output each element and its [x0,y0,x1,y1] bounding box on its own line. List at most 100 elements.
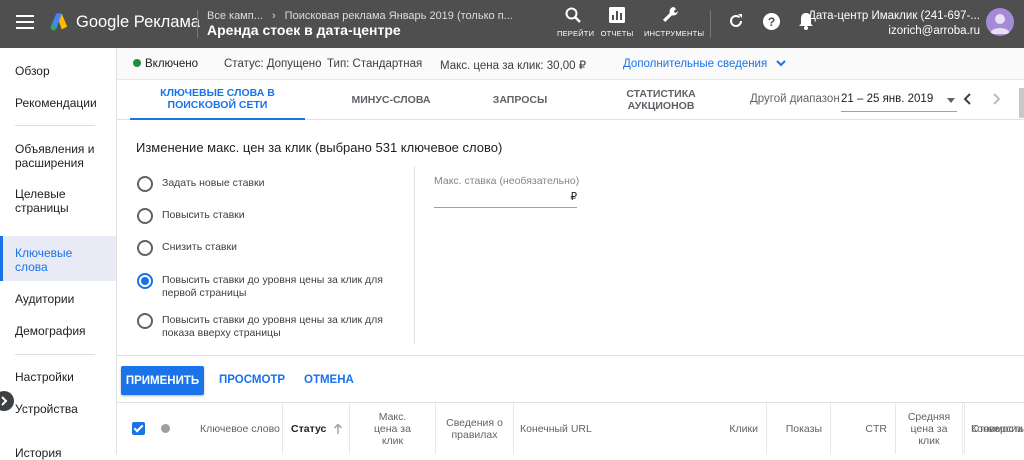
max-bid-label: Макс. ставка (необязательно) [434,175,580,187]
column-header-avg-cpc[interactable]: Средняя цена за клик [895,403,962,454]
menu-icon[interactable] [16,15,34,29]
panel-actions: ПРИМЕНИТЬ ПРОСМОТР ОТМЕНА [117,357,1024,403]
column-header-status[interactable]: Статус [282,403,349,454]
status-dot-icon [161,424,170,433]
ad-group-title[interactable]: Аренда стоек в дата-центре [207,22,401,38]
column-header-final-url[interactable]: Конечный URL [513,403,700,454]
sidebar-item-landing-pages[interactable]: Целевые страницы [0,187,95,215]
option-increase-bids[interactable]: Повысить ставки [137,208,245,224]
reports-button[interactable]: ОТЧЕТЫ [600,6,634,38]
column-header-max-cpc[interactable]: Макс. цена за клик [349,403,435,454]
tab-auction-insights[interactable]: Статистика аукционов [597,80,725,120]
max-cpc-info[interactable]: Макс. цена за клик: 30,00 ₽ [440,58,586,72]
sidebar-item-recommendations[interactable]: Рекомендации [0,96,116,110]
option-label: Задать новые ставки [162,177,265,189]
tab-search-terms[interactable]: Запросы [465,80,575,120]
date-range-picker[interactable]: 21 – 25 янв. 2019 [841,88,957,112]
radio-button[interactable] [137,176,153,192]
option-label: Снизить ставки [162,241,237,253]
enabled-status[interactable]: Включено [133,58,198,70]
account-name: Дата-центр Имаклик (241-697-... [808,10,980,22]
keywords-table-header: Ключевое слово Статус Макс. цена за клик… [117,403,1024,454]
help-icon[interactable]: ? [762,12,781,31]
column-header-conversions[interactable]: Конверсии [964,403,1024,454]
chevron-right-icon: › [271,10,276,22]
divider [15,354,95,355]
previous-period-icon[interactable] [963,92,973,106]
breadcrumb-campaign[interactable]: Поисковая реклама Январь 2019 (только п.… [285,10,513,22]
wrench-icon [663,7,678,22]
option-label: Повысить ставки до уровня цены за клик д… [162,274,383,299]
option-raise-to-top-of-page-cpc[interactable]: Повысить ставки до уровня цены за клик д… [137,313,397,340]
sidebar-item-settings[interactable]: Настройки [0,370,116,384]
option-decrease-bids[interactable]: Снизить ставки [137,240,237,256]
select-all-checkbox[interactable] [132,422,145,435]
divider [15,125,95,126]
avatar[interactable] [986,8,1014,36]
option-raise-to-first-page-cpc[interactable]: Повысить ставки до уровня цены за клик д… [137,273,397,300]
date-range-value: 21 – 25 янв. 2019 [841,93,934,105]
column-header-keyword[interactable]: Ключевое слово [194,403,282,454]
apply-button[interactable]: ПРИМЕНИТЬ [121,366,204,395]
column-label: CTR [865,422,887,435]
sidebar-item-demographics[interactable]: Демография [0,324,116,338]
expand-sidebar-button[interactable] [0,391,14,411]
column-header-ctr[interactable]: CTR [830,403,895,454]
column-header-impressions[interactable]: Показы [766,403,830,454]
radio-button-selected[interactable] [137,273,153,289]
radio-button[interactable] [137,313,153,329]
max-bid-input[interactable]: ₽ [434,188,577,208]
radio-button[interactable] [137,208,153,224]
more-details-link[interactable]: Дополнительные сведения [623,58,787,70]
column-label: Показы [785,422,822,435]
bar-chart-icon [609,7,625,23]
tab-search-keywords[interactable]: Ключевые слова в поисковой сети [130,80,305,120]
ad-group-type: Тип: Стандартная [327,58,423,70]
go-to-button[interactable]: ПЕРЕЙТИ [557,6,594,38]
option-label: Повысить ставки до уровня цены за клик д… [162,314,383,339]
user-avatar-icon [990,14,1010,34]
breadcrumb-all-campaigns[interactable]: Все камп... [207,10,263,22]
left-navigation: Обзор Рекомендации Объявления и расширен… [0,48,117,460]
refresh-icon[interactable] [727,12,745,30]
approval-status: Статус: Допущено [224,58,322,70]
account-email: izorich@arroba.ru [888,25,980,37]
divider [710,10,711,38]
option-label: Повысить ставки [162,209,245,221]
sidebar-item-audiences[interactable]: Аудитории [0,292,116,306]
account-info[interactable]: Дата-центр Имаклик (241-697-... izorich@… [808,9,980,39]
column-label: Макс. цена за клик [374,410,411,447]
chevron-right-icon [1,396,8,406]
sidebar-item-keywords[interactable]: Ключевые слова [0,236,116,281]
scrollbar[interactable] [1019,88,1024,118]
dropdown-arrow-icon [947,98,955,103]
column-label: Конверсии [971,422,1023,435]
radio-button[interactable] [137,240,153,256]
ad-group-status-bar: Включено Статус: Допущено Тип: Стандартн… [117,48,1024,80]
column-label: Сведения о правилах [446,416,503,441]
google-ads-logo-icon [50,13,68,31]
sidebar-item-overview[interactable]: Обзор [0,64,116,78]
column-label: Клики [729,422,758,435]
preview-button[interactable]: ПРОСМОТР [219,374,285,386]
column-label: Средняя цена за клик [907,410,951,447]
sidebar-item-ads-extensions[interactable]: Объявления и расширения [0,142,110,170]
next-period-icon[interactable] [991,92,1001,106]
tools-label: ИНСТРУМЕНТЫ [644,29,705,38]
sort-ascending-icon [334,423,343,434]
option-set-new-bids[interactable]: Задать новые ставки [137,176,264,192]
cancel-button[interactable]: ОТМЕНА [304,374,354,386]
column-label: Конечный URL [520,422,592,435]
divider [197,10,198,38]
tools-button[interactable]: ИНСТРУМЕНТЫ [644,6,705,38]
tab-negative-keywords[interactable]: Минус-слова [317,80,465,120]
column-header-policy-details[interactable]: Сведения о правилах [435,403,513,454]
panel-title: Изменение макс. цен за клик (выбрано 531… [136,140,503,155]
reports-label: ОТЧЕТЫ [600,29,634,38]
keyword-tabs: Ключевые слова в поисковой сети Минус-сл… [117,80,1024,120]
column-header-clicks[interactable]: Клики [700,403,766,454]
sidebar-item-history[interactable]: История [0,446,116,460]
sidebar-item-devices[interactable]: Устройства [0,402,116,416]
column-label: Статус [291,422,327,435]
breadcrumb: Все камп... › Поисковая реклама Январь 2… [207,10,513,22]
